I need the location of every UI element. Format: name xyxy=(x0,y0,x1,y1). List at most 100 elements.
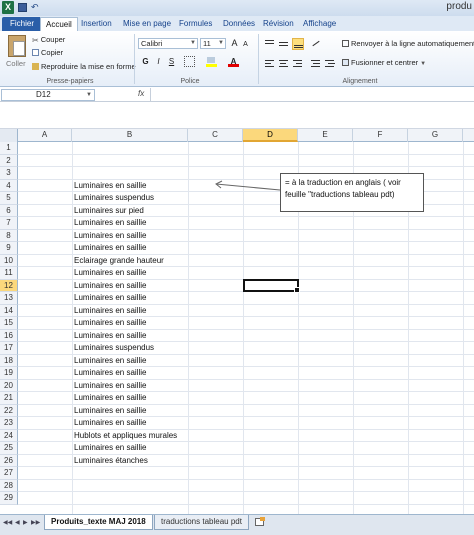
row-header[interactable]: 10 xyxy=(0,254,18,267)
column-header-g[interactable]: G xyxy=(408,129,463,142)
row-header[interactable]: 24 xyxy=(0,429,18,442)
cut-button[interactable]: ✂ Couper xyxy=(32,35,65,45)
font-size-combo[interactable]: 11 ▼ xyxy=(200,38,226,49)
save-icon[interactable] xyxy=(18,3,27,12)
tab-file[interactable]: Fichier xyxy=(2,17,43,31)
cell-b[interactable]: Luminaires en saillie xyxy=(74,405,146,417)
column-header-f[interactable]: F xyxy=(353,129,408,142)
decrease-font-icon[interactable]: A xyxy=(240,39,251,50)
next-sheet-icon[interactable]: ▶ xyxy=(23,519,28,526)
cell-b[interactable]: Luminaires en saillie xyxy=(74,417,146,429)
align-right-icon[interactable] xyxy=(292,57,304,69)
tab-formulas[interactable]: Formules xyxy=(174,17,217,31)
align-middle-icon[interactable] xyxy=(278,38,290,50)
copy-button[interactable]: Copier xyxy=(32,48,63,57)
cell-b[interactable]: Luminaires suspendus xyxy=(74,342,154,354)
cell-b[interactable]: Luminaires en saillie xyxy=(74,217,146,229)
align-top-icon[interactable] xyxy=(264,38,276,50)
select-all-corner[interactable] xyxy=(0,129,18,142)
format-painter-button[interactable]: Reproduire la mise en forme xyxy=(32,62,136,71)
row-header[interactable]: 21 xyxy=(0,392,18,405)
align-left-icon[interactable] xyxy=(264,57,276,69)
row-header[interactable]: 16 xyxy=(0,329,18,342)
cell-b[interactable]: Luminaires en saillie xyxy=(74,317,146,329)
font-color-icon[interactable]: A xyxy=(228,56,239,67)
column-header-a[interactable]: A xyxy=(18,129,72,142)
cell-b[interactable]: Luminaires en saillie xyxy=(74,305,146,317)
cell-b[interactable]: Luminaires suspendus xyxy=(74,192,154,204)
cell-b[interactable]: Luminaires en saillie xyxy=(74,442,146,454)
row-header[interactable]: 1 xyxy=(0,142,18,155)
tab-review[interactable]: Révision xyxy=(258,17,299,31)
prev-sheet-icon[interactable]: ◀ xyxy=(15,519,20,526)
row-header[interactable]: 9 xyxy=(0,242,18,255)
increase-font-icon[interactable]: A xyxy=(229,38,240,49)
cell-b[interactable]: Luminaires en saillie xyxy=(74,392,146,404)
wrap-text-button[interactable]: Renvoyer à la ligne automatiquement xyxy=(342,39,474,48)
column-header-e[interactable]: E xyxy=(298,129,353,142)
bold-button[interactable]: G xyxy=(140,56,151,67)
row-header[interactable]: 14 xyxy=(0,304,18,317)
cell-b[interactable]: Luminaires sur pied xyxy=(74,205,144,217)
note-textbox[interactable]: = à la traduction en anglais ( voir feui… xyxy=(280,173,424,212)
row-header[interactable]: 28 xyxy=(0,479,18,492)
paste-button[interactable]: Coller xyxy=(6,59,26,68)
tab-insert[interactable]: Insertion xyxy=(76,17,117,31)
cell-b[interactable]: Luminaires en saillie xyxy=(74,180,146,192)
name-box[interactable]: D12 ▼ xyxy=(1,89,95,101)
row-header[interactable]: 29 xyxy=(0,492,18,505)
column-header-c[interactable]: C xyxy=(188,129,243,142)
cell-b[interactable]: Luminaires en saillie xyxy=(74,330,146,342)
row-header[interactable]: 12 xyxy=(0,279,18,292)
function-icon[interactable]: fx xyxy=(138,89,144,98)
row-header[interactable]: 19 xyxy=(0,367,18,380)
cell-b[interactable]: Luminaires étanches xyxy=(74,455,148,467)
cell-b[interactable]: Luminaires en saillie xyxy=(74,367,146,379)
tab-page-layout[interactable]: Mise en page xyxy=(118,17,176,31)
fill-color-icon[interactable] xyxy=(206,56,217,67)
insert-sheet-icon[interactable] xyxy=(254,517,266,527)
first-sheet-icon[interactable]: ◀◀ xyxy=(3,519,12,526)
paste-icon[interactable] xyxy=(8,35,26,57)
row-header[interactable]: 2 xyxy=(0,154,18,167)
underline-button[interactable]: S xyxy=(166,56,177,67)
row-header[interactable]: 25 xyxy=(0,442,18,455)
row-header[interactable]: 20 xyxy=(0,379,18,392)
sheet-tab-traductions[interactable]: traductions tableau pdt xyxy=(154,515,249,530)
row-header[interactable]: 13 xyxy=(0,292,18,305)
decrease-indent-icon[interactable] xyxy=(310,57,322,69)
cell-b[interactable]: Hublots et appliques murales xyxy=(74,430,177,442)
row-header[interactable]: 7 xyxy=(0,217,18,230)
row-header[interactable]: 8 xyxy=(0,229,18,242)
active-cell-d12[interactable] xyxy=(243,278,300,293)
row-header[interactable]: 5 xyxy=(0,192,18,205)
cell-b[interactable]: Eclairage grande hauteur xyxy=(74,255,164,267)
cell-b[interactable]: Luminaires en saillie xyxy=(74,380,146,392)
borders-icon[interactable] xyxy=(184,56,195,67)
row-header[interactable]: 11 xyxy=(0,267,18,280)
row-header[interactable]: 22 xyxy=(0,404,18,417)
row-header[interactable]: 17 xyxy=(0,342,18,355)
cell-b[interactable]: Luminaires en saillie xyxy=(74,355,146,367)
cell-b[interactable]: Luminaires en saillie xyxy=(74,242,146,254)
row-header[interactable]: 3 xyxy=(0,167,18,180)
cell-b[interactable]: Luminaires en saillie xyxy=(74,280,146,292)
excel-logo-icon[interactable]: X xyxy=(2,1,14,14)
align-bottom-icon[interactable] xyxy=(292,38,304,50)
orientation-icon[interactable] xyxy=(310,38,322,50)
row-header[interactable]: 27 xyxy=(0,467,18,480)
merge-center-button[interactable]: Fusionner et centrer ▼ xyxy=(342,58,426,67)
increase-indent-icon[interactable] xyxy=(324,57,336,69)
tab-view[interactable]: Affichage xyxy=(298,17,341,31)
row-header[interactable]: 6 xyxy=(0,204,18,217)
italic-button[interactable]: I xyxy=(153,56,164,67)
font-name-combo[interactable]: Calibri ▼ xyxy=(138,38,198,49)
row-header[interactable]: 15 xyxy=(0,317,18,330)
row-header[interactable]: 26 xyxy=(0,454,18,467)
tab-data[interactable]: Données xyxy=(218,17,260,31)
cell-b[interactable]: Luminaires en saillie xyxy=(74,267,146,279)
align-center-icon[interactable] xyxy=(278,57,290,69)
row-header[interactable]: 23 xyxy=(0,417,18,430)
cell-b[interactable]: Luminaires en saillie xyxy=(74,230,146,242)
undo-icon[interactable]: ↶ xyxy=(31,2,39,13)
